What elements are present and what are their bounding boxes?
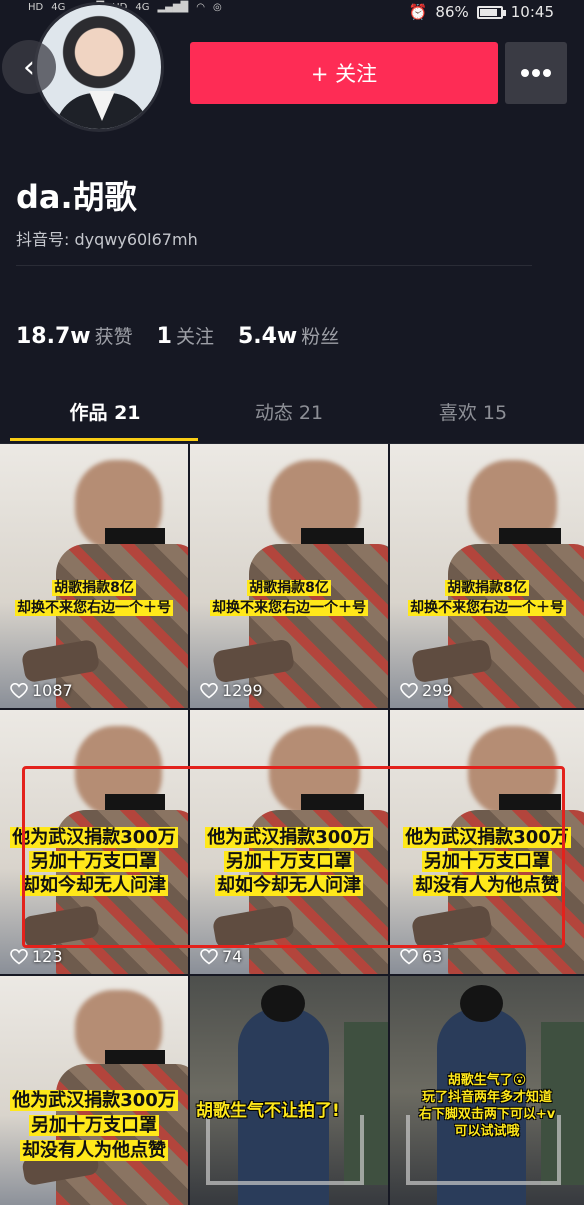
like-count-text: 1299: [222, 681, 263, 700]
video-caption: 他为武汉捐款300万 另加十万支口罩 却如今却无人问津: [0, 826, 188, 898]
heart-icon: [10, 682, 28, 699]
like-count-text: 1087: [32, 681, 73, 700]
battery-fill: [479, 8, 497, 16]
hd-label: HD: [28, 2, 44, 13]
like-count: 1299: [200, 681, 263, 700]
tab-likes[interactable]: 喜欢 15: [378, 390, 568, 440]
battery-percent: 86%: [435, 3, 469, 21]
caption-line: 胡歌捐款8亿: [52, 580, 136, 596]
alarm-icon: ⏰: [408, 3, 428, 21]
stat-value: 18.7w: [16, 324, 91, 349]
tab-indicator: [10, 438, 198, 441]
caption-line: 玩了抖音两年多才知道: [421, 1090, 552, 1105]
video-thumbnail[interactable]: 他为武汉捐款300万 另加十万支口罩 却没有人为他点赞: [0, 976, 188, 1205]
more-dot: [543, 69, 551, 77]
heart-icon: [200, 948, 218, 965]
clock: 10:45: [510, 3, 554, 21]
like-count-text: 74: [222, 947, 243, 966]
like-count-text: 299: [422, 681, 453, 700]
more-button[interactable]: [505, 42, 567, 104]
caption-line: 另加十万支口罩: [422, 851, 552, 872]
caption-line: 却没有人为他点赞: [20, 1140, 168, 1161]
caption-line: 却换不来您右边一个＋号: [15, 600, 173, 616]
heart-icon: [400, 948, 418, 965]
like-count: 299: [400, 681, 453, 700]
username: da.胡歌: [16, 178, 137, 216]
caption-line: 另加十万支口罩: [29, 1115, 159, 1136]
profile-tabs: 作品 21 动态 21 喜欢 15: [0, 390, 584, 444]
like-count: 123: [10, 947, 63, 966]
stat-label: 获赞: [94, 326, 133, 348]
video-caption: 他为武汉捐款300万 另加十万支口罩 却没有人为他点赞: [0, 1088, 188, 1163]
more-dots-icon: [521, 69, 529, 77]
video-thumbnail[interactable]: 胡歌生气不让拍了!: [190, 976, 388, 1205]
heart-icon: [200, 682, 218, 699]
profile-page: HD 4G ▂▄▆█ HD 4G ▂▄▆█ ◠ ◎ ⏰ 86% 10:45 ‹ …: [0, 0, 584, 1205]
network-label-2: 4G: [135, 2, 150, 13]
caption-line: 却如今却无人问津: [215, 875, 363, 896]
stat-value: 5.4w: [237, 324, 298, 349]
caption-line: 却没有人为他点赞: [413, 875, 561, 896]
caption-line: 却换不来您右边一个＋号: [210, 600, 368, 616]
stat-label: 粉丝: [301, 326, 340, 348]
caption-line: 另加十万支口罩: [224, 851, 354, 872]
video-caption: 胡歌生气不让拍了!: [196, 1101, 340, 1121]
back-button[interactable]: ‹: [2, 40, 56, 94]
like-count-text: 63: [422, 947, 443, 966]
wechat-icon: ◎: [212, 2, 222, 13]
profile-stats: 18.7w 获赞 1 关注 5.4w 粉丝: [16, 322, 339, 349]
caption-line: 胡歌生气了😮: [447, 1073, 527, 1088]
like-count: 74: [200, 947, 242, 966]
chevron-left-icon: ‹: [23, 49, 35, 85]
like-count-text: 123: [32, 947, 63, 966]
battery-icon: [476, 5, 506, 19]
like-count: 63: [400, 947, 442, 966]
caption-line: 另加十万支口罩: [29, 851, 159, 872]
stat-label: 关注: [175, 326, 214, 348]
status-right: ⏰ 86% 10:45: [409, 3, 554, 21]
video-caption: 胡歌捐款8亿 却换不来您右边一个＋号: [190, 578, 388, 618]
more-dot: [532, 69, 540, 77]
caption-line: 却换不来您右边一个＋号: [408, 600, 566, 616]
video-thumbnail[interactable]: 胡歌捐款8亿 却换不来您右边一个＋号 1087: [0, 444, 188, 708]
caption-line: 他为武汉捐款300万: [403, 827, 571, 848]
video-thumbnail[interactable]: 胡歌捐款8亿 却换不来您右边一个＋号 299: [390, 444, 584, 708]
stat-followers[interactable]: 5.4w 粉丝: [238, 322, 339, 349]
stat-value: 1: [156, 324, 172, 349]
tab-works[interactable]: 作品 21: [10, 390, 200, 440]
like-count: 1087: [10, 681, 73, 700]
caption-line: 他为武汉捐款300万: [10, 827, 178, 848]
caption-line: 他为武汉捐款300万: [205, 827, 373, 848]
follow-button[interactable]: + 关注: [190, 42, 498, 104]
douyin-id[interactable]: 抖音号: dyqwy60l67mh: [16, 226, 198, 250]
wifi-icon: ◠: [196, 2, 205, 13]
caption-line: 他为武汉捐款300万: [10, 1090, 178, 1111]
video-thumbnail[interactable]: 胡歌捐款8亿 却换不来您右边一个＋号 1299: [190, 444, 388, 708]
stat-following[interactable]: 1 关注: [157, 322, 214, 349]
video-caption: 胡歌生气了😮 玩了抖音两年多才知道 右下脚双击两下可以+v 可以试试哦: [390, 1072, 584, 1140]
heart-icon: [10, 948, 28, 965]
tab-activity[interactable]: 动态 21: [194, 390, 384, 440]
video-thumbnail[interactable]: 他为武汉捐款300万 另加十万支口罩 却如今却无人问津 123: [0, 710, 188, 974]
caption-line: 右下脚双击两下可以+v: [418, 1107, 556, 1122]
stat-likes[interactable]: 18.7w 获赞: [16, 322, 133, 349]
video-caption: 他为武汉捐款300万 另加十万支口罩 却如今却无人问津: [190, 826, 388, 898]
video-grid: 胡歌捐款8亿 却换不来您右边一个＋号 1087 胡歌捐款8亿 却换不来您右边一个…: [0, 444, 584, 1205]
caption-line: 胡歌捐款8亿: [445, 580, 529, 596]
caption-line: 却如今却无人问津: [20, 875, 168, 896]
video-caption: 胡歌捐款8亿 却换不来您右边一个＋号: [390, 578, 584, 618]
video-caption: 他为武汉捐款300万 另加十万支口罩 却没有人为他点赞: [390, 826, 584, 898]
caption-line: 胡歌捐款8亿: [247, 580, 331, 596]
video-caption: 胡歌捐款8亿 却换不来您右边一个＋号: [0, 578, 188, 618]
video-thumbnail[interactable]: 他为武汉捐款300万 另加十万支口罩 却没有人为他点赞 63: [390, 710, 584, 974]
heart-icon: [400, 682, 418, 699]
video-thumbnail[interactable]: 他为武汉捐款300万 另加十万支口罩 却如今却无人问津 74: [190, 710, 388, 974]
video-thumbnail[interactable]: 胡歌生气了😮 玩了抖音两年多才知道 右下脚双击两下可以+v 可以试试哦: [390, 976, 584, 1205]
caption-line: 可以试试哦: [454, 1124, 520, 1139]
signal-icon-2: ▂▄▆█: [157, 2, 189, 13]
divider: [16, 265, 532, 266]
